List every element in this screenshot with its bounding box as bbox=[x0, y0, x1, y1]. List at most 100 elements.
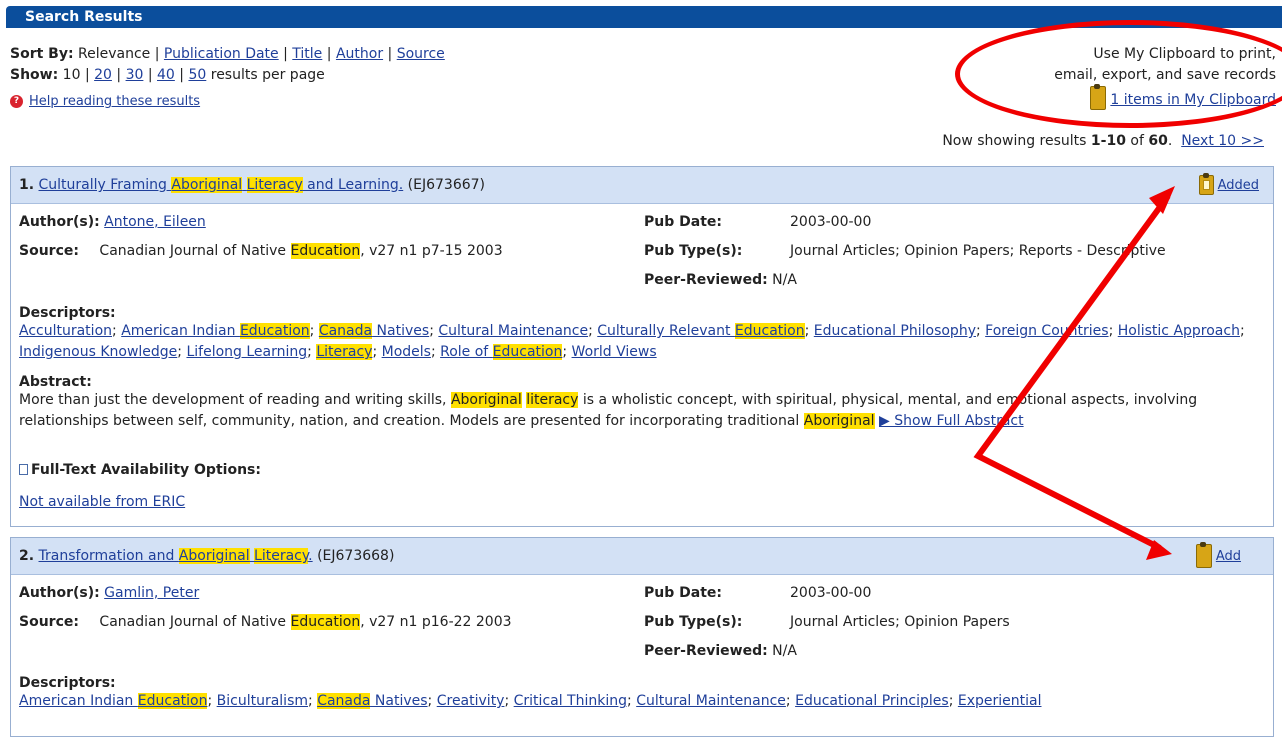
title-highlight: Aboriginal bbox=[171, 177, 243, 193]
record-header: 1. Culturally Framing Aboriginal Literac… bbox=[11, 167, 1273, 204]
descriptor-link[interactable]: American Indian Education bbox=[19, 693, 208, 709]
descriptor-link[interactable]: Lifelong Learning bbox=[186, 344, 307, 360]
help-link[interactable]: Help reading these results bbox=[29, 94, 200, 109]
clip-action-link[interactable]: Add bbox=[1216, 549, 1241, 564]
record-header: 2. Transformation and Aboriginal Literac… bbox=[11, 538, 1273, 575]
descriptor-text: American Indian bbox=[19, 693, 138, 709]
peer-reviewed-row: Peer-Reviewed: N/A bbox=[644, 643, 797, 659]
source-value: Canadian Journal of Native Education, v2… bbox=[99, 243, 503, 259]
clipboard-info-line1: Use My Clipboard to print, bbox=[1093, 46, 1276, 62]
added-to-clipboard-button[interactable]: Added bbox=[1198, 173, 1259, 195]
next-page-link[interactable]: Next 10 >> bbox=[1181, 133, 1264, 149]
show-current: 10 bbox=[62, 67, 81, 83]
descriptor-link[interactable]: Cultural Maintenance bbox=[636, 693, 786, 709]
clipboard-info: Use My Clipboard to print, email, export… bbox=[1054, 44, 1276, 111]
descriptor-link[interactable]: Role of Education bbox=[440, 344, 563, 360]
descriptor-link[interactable]: Canada Natives bbox=[317, 693, 428, 709]
show-full-abstract-link[interactable]: ▶ Show Full Abstract bbox=[879, 413, 1024, 429]
clip-action-link[interactable]: Added bbox=[1218, 178, 1259, 193]
title-highlight: Aboriginal bbox=[178, 548, 250, 564]
record-number: 2. bbox=[19, 548, 35, 564]
descriptor-link[interactable]: Canada Natives bbox=[318, 323, 429, 339]
result-record-2: 2. Transformation and Aboriginal Literac… bbox=[10, 537, 1274, 737]
show-20-link[interactable]: 20 bbox=[94, 67, 112, 83]
peer-reviewed-value: N/A bbox=[772, 643, 797, 659]
descriptor-link[interactable]: Indigenous Knowledge bbox=[19, 344, 177, 360]
separator: | bbox=[84, 67, 90, 83]
sort-title-link[interactable]: Title bbox=[292, 46, 322, 62]
descriptor-link[interactable]: Foreign Countries bbox=[985, 323, 1108, 339]
descriptor-highlight: Education bbox=[492, 344, 563, 360]
title-part: Culturally Framing bbox=[38, 177, 172, 193]
title-highlight: Literacy bbox=[246, 177, 303, 193]
help-icon[interactable]: ? bbox=[10, 95, 23, 108]
sort-row: Sort By: Relevance | Publication Date | … bbox=[10, 44, 445, 65]
title-part: . bbox=[308, 548, 313, 564]
peer-reviewed-label: Peer-Reviewed: bbox=[644, 643, 768, 659]
source-row: Source: Canadian Journal of Native Educa… bbox=[19, 614, 512, 630]
abstract-highlight: Aboriginal bbox=[803, 413, 875, 429]
summary-of: of bbox=[1130, 133, 1144, 149]
separator: | bbox=[283, 46, 288, 62]
sort-current: Relevance bbox=[78, 46, 151, 62]
descriptor-highlight: Canada bbox=[317, 693, 371, 709]
sort-publication-date-link[interactable]: Publication Date bbox=[164, 46, 279, 62]
source-label: Source: bbox=[19, 243, 79, 259]
source-pre: Canadian Journal of Native bbox=[99, 614, 291, 630]
author-link[interactable]: Antone, Eileen bbox=[104, 214, 206, 230]
add-to-clipboard-button[interactable]: Add bbox=[1195, 542, 1241, 568]
not-available-link[interactable]: Not available from ERIC bbox=[19, 494, 185, 510]
descriptor-link[interactable]: Creativity bbox=[437, 693, 505, 709]
descriptor-link[interactable]: Culturally Relevant Education bbox=[597, 323, 805, 339]
peer-reviewed-value: N/A bbox=[772, 272, 797, 288]
result-controls: Sort By: Relevance | Publication Date | … bbox=[10, 44, 445, 86]
descriptor-link[interactable]: World Views bbox=[572, 344, 657, 360]
show-row: Show: 10 | 20 | 30 | 40 | 50 results per… bbox=[10, 65, 445, 86]
record-title-link[interactable]: Transformation and Aboriginal Literacy. bbox=[39, 548, 313, 564]
pub-date-value: 2003-00-00 bbox=[790, 585, 872, 601]
descriptor-link[interactable]: Educational Philosophy bbox=[814, 323, 976, 339]
sort-author-link[interactable]: Author bbox=[336, 46, 383, 62]
summary-range: 1-10 bbox=[1090, 133, 1126, 149]
fulltext-label: Full-Text Availability Options: bbox=[31, 462, 261, 478]
separator: | bbox=[147, 67, 153, 83]
descriptor-link[interactable]: Literacy bbox=[316, 344, 373, 360]
separator: | bbox=[179, 67, 185, 83]
show-label: Show: bbox=[10, 67, 59, 83]
sort-source-link[interactable]: Source bbox=[397, 46, 445, 62]
show-50-link[interactable]: 50 bbox=[188, 67, 206, 83]
abstract-highlight: Aboriginal bbox=[450, 392, 522, 408]
abstract-label: Abstract: bbox=[19, 374, 92, 390]
pub-type-value: Journal Articles; Opinion Papers; Report… bbox=[790, 243, 1166, 259]
clipboard-icon bbox=[1195, 542, 1212, 568]
descriptors-label: Descriptors: bbox=[19, 305, 116, 321]
abstract-section: Abstract: More than just the development… bbox=[19, 374, 1264, 432]
descriptor-link[interactable]: Critical Thinking bbox=[514, 693, 627, 709]
clipboard-icon[interactable] bbox=[1090, 84, 1107, 110]
title-part: Transformation and bbox=[38, 548, 179, 564]
summary-period: . bbox=[1167, 133, 1173, 149]
author-link[interactable]: Gamlin, Peter bbox=[104, 585, 199, 601]
descriptor-link[interactable]: Holistic Approach bbox=[1118, 323, 1240, 339]
source-highlight: Education bbox=[290, 614, 361, 630]
pub-date-label: Pub Date: bbox=[644, 214, 722, 230]
record-title-row: 2. Transformation and Aboriginal Literac… bbox=[19, 548, 394, 564]
descriptor-link[interactable]: Cultural Maintenance bbox=[438, 323, 588, 339]
show-30-link[interactable]: 30 bbox=[126, 67, 144, 83]
clipboard-link[interactable]: 1 items in My Clipboard bbox=[1110, 92, 1276, 108]
separator: | bbox=[154, 46, 160, 62]
descriptor-link[interactable]: Experiential bbox=[958, 693, 1042, 709]
descriptor-link[interactable]: Models bbox=[382, 344, 431, 360]
record-title-link[interactable]: Culturally Framing Aboriginal Literacy a… bbox=[38, 177, 404, 193]
descriptor-link[interactable]: American Indian Education bbox=[121, 323, 310, 339]
title-part: and Learning. bbox=[302, 177, 404, 193]
descriptor-link[interactable]: Biculturalism bbox=[217, 693, 308, 709]
descriptor-link[interactable]: Educational Principles bbox=[795, 693, 949, 709]
pub-type-row: Pub Type(s): bbox=[644, 614, 742, 630]
descriptors-list: Acculturation; American Indian Education… bbox=[19, 323, 1245, 360]
descriptor-text: American Indian bbox=[121, 323, 240, 339]
descriptor-link[interactable]: Acculturation bbox=[19, 323, 112, 339]
summary-prefix: Now showing results bbox=[942, 133, 1087, 149]
source-post: , v27 n1 p7-15 2003 bbox=[360, 243, 503, 259]
show-40-link[interactable]: 40 bbox=[157, 67, 175, 83]
